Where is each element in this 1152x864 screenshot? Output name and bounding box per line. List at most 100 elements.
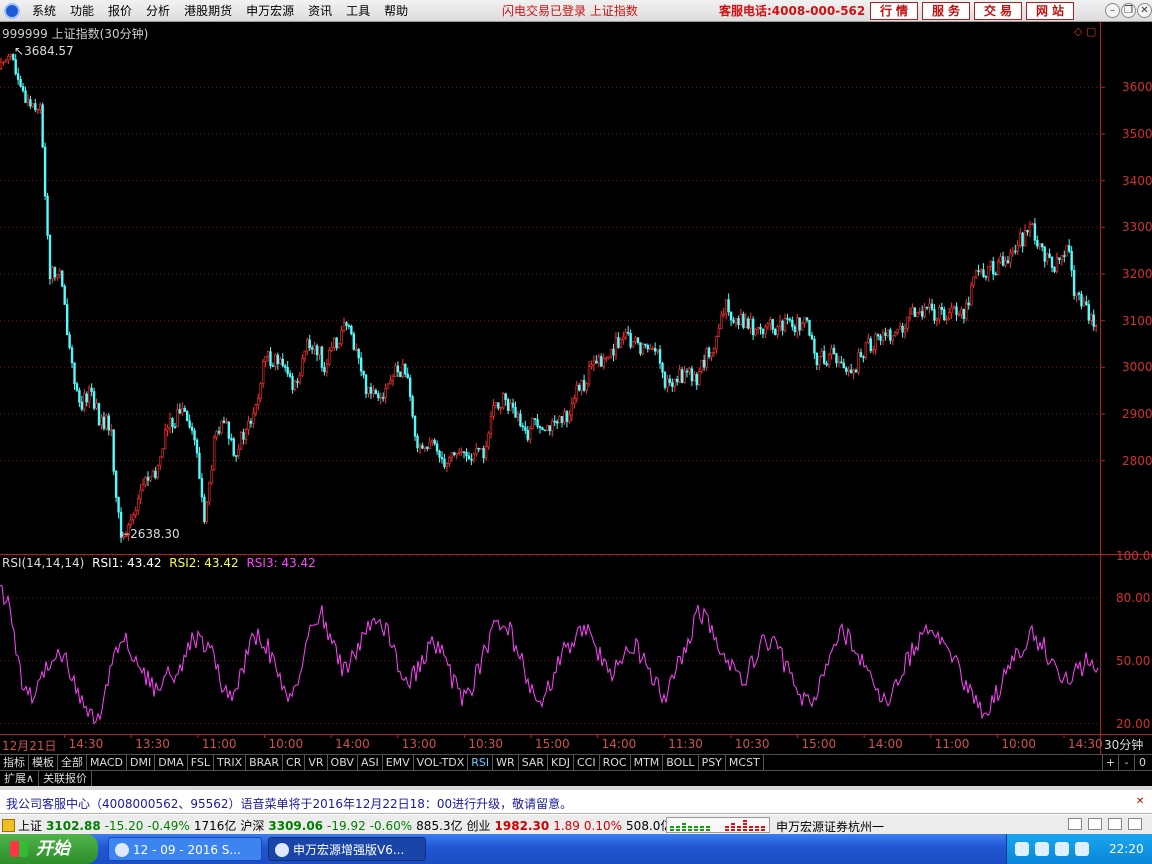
website-button[interactable]: 网站 [1026,2,1074,20]
candle-up [264,355,267,362]
candle-down [729,311,733,321]
indicator-tab-emv[interactable]: EMV [383,755,414,770]
window-icon[interactable] [1068,818,1082,830]
menu-news[interactable]: 资讯 [303,0,337,22]
close-icon[interactable]: ✕ [1137,3,1152,18]
candle-down [406,373,409,379]
indicator-tab-fsl[interactable]: FSL [188,755,214,770]
candle-up [151,470,155,477]
candle-down [707,347,711,358]
settings-icon[interactable] [1128,818,1142,830]
candle-up [651,347,654,350]
candle-down [869,338,872,352]
signal-icon[interactable] [1088,818,1102,830]
menu-tools[interactable]: 工具 [341,0,375,22]
restore-icon[interactable]: ❐ [1121,3,1136,18]
tray-icon-4[interactable] [1075,842,1089,856]
candle-up [585,383,588,391]
sh-label: 上证 [18,819,43,833]
candle-up [1055,257,1059,272]
menu-analysis[interactable]: 分析 [141,0,175,22]
candle-up [1082,301,1086,307]
indicator-tab-rsi[interactable]: RSI [468,755,494,770]
ticker-bell-icon[interactable] [2,819,15,832]
minimize-icon[interactable]: – [1105,3,1120,18]
candle-up [0,61,3,69]
add-indicator-button[interactable]: + [1102,755,1118,770]
taskbar-item-app[interactable]: 申万宏源增强版V6... [268,837,426,861]
indicator-tab-dma[interactable]: DMA [155,755,188,770]
candle-down [462,451,466,453]
indicator-tab-psy[interactable]: PSY [699,755,726,770]
menu-hk-futures[interactable]: 港股期货 [179,0,237,22]
announcement-text[interactable]: 我公司客服中心（4008000562、95562）语音菜单将于2016年12月2… [6,795,572,812]
market-button[interactable]: 行情 [870,2,918,20]
indicator-tab-boll[interactable]: BOLL [663,755,699,770]
related-quotes-tab[interactable]: 关联报价 [39,771,93,786]
indicator-tab-obv[interactable]: OBV [328,755,358,770]
remove-indicator-button[interactable]: - [1118,755,1134,770]
indicator-tab--0[interactable]: 指标 [0,755,29,770]
candle-up [342,322,346,331]
indicator-count-button[interactable]: 0 [1134,755,1150,770]
menu-system[interactable]: 系统 [27,0,61,22]
expand-tab[interactable]: 扩展∧ [0,771,40,786]
tray-icon-1[interactable] [1015,842,1029,856]
candle-down [497,402,500,409]
menu-quote[interactable]: 报价 [103,0,137,22]
candle-down [364,374,368,394]
candle-down [70,347,74,364]
candle-up [401,363,404,377]
tray-icon-2[interactable] [1035,842,1049,856]
app-logo-icon[interactable] [4,3,20,19]
candle-up [796,317,799,332]
lock-icon[interactable] [1108,818,1122,830]
candle-down [781,320,784,331]
indicator-tab--2[interactable]: 全部 [58,755,87,770]
taskbar-item-ie[interactable]: 12 - 09 - 2016 S... [108,837,262,861]
indicator-tab-vr[interactable]: VR [305,755,328,770]
indicator-tab-roc[interactable]: ROC [600,755,631,770]
chart-corner-icons[interactable]: ◇ ▢ [1074,25,1096,38]
service-button[interactable]: 服务 [922,2,970,20]
indicator-tab-macd[interactable]: MACD [87,755,127,770]
menu-help[interactable]: 帮助 [379,0,413,22]
price-tick-label: 3400 [1122,173,1152,188]
indicator-tab--1[interactable]: 模板 [29,755,58,770]
trade-button[interactable]: 交易 [974,2,1022,20]
chart-area[interactable]: 999999 上证指数(30分钟) ◇ ▢ ↖3684.57 ←2638.30 … [0,22,1152,754]
chart-canvas[interactable] [0,22,1152,754]
indicator-tab-wr[interactable]: WR [493,755,519,770]
indicator-tab-brar[interactable]: BRAR [246,755,284,770]
announcement-close-icon[interactable]: ✕ [1136,796,1144,807]
indicator-tab-dmi[interactable]: DMI [127,755,156,770]
indicator-tab-mcst[interactable]: MCST [726,755,764,770]
indicator-tab-asi[interactable]: ASI [358,755,383,770]
indicator-tab-sar[interactable]: SAR [519,755,549,770]
indicator-tab-cci[interactable]: CCI [574,755,600,770]
period-label[interactable]: 30分钟 [1104,736,1143,753]
candle-down [465,452,468,457]
menu-swhy[interactable]: 申万宏源 [241,0,299,22]
candle-up [455,452,458,456]
indicator-tab-mtm[interactable]: MTM [631,755,664,770]
candle-up [1009,252,1012,264]
candle-down [901,325,904,333]
candle-down [193,430,196,441]
candle-up [325,363,329,373]
indicator-tab-trix[interactable]: TRIX [214,755,247,770]
candle-up [428,441,431,449]
time-tick-label: 14:30 [68,737,104,751]
rsi-legend-name: RSI(14,14,14) [2,556,85,570]
indicator-tab-voltdx[interactable]: VOL-TDX [414,755,469,770]
candle-up [766,323,770,328]
indicator-tab-cr[interactable]: CR [283,755,306,770]
candle-up [252,412,255,424]
candle-up [837,361,841,364]
menu-function[interactable]: 功能 [65,0,99,22]
indicator-tab-kdj[interactable]: KDJ [548,755,574,770]
index-ticker-bar: 上证 3102.88 -15.20 -0.49% 1716亿 沪深 3309.0… [0,814,1152,834]
start-button[interactable]: 开始 [0,834,98,864]
candle-up [712,348,716,353]
tray-icon-3[interactable] [1055,842,1069,856]
